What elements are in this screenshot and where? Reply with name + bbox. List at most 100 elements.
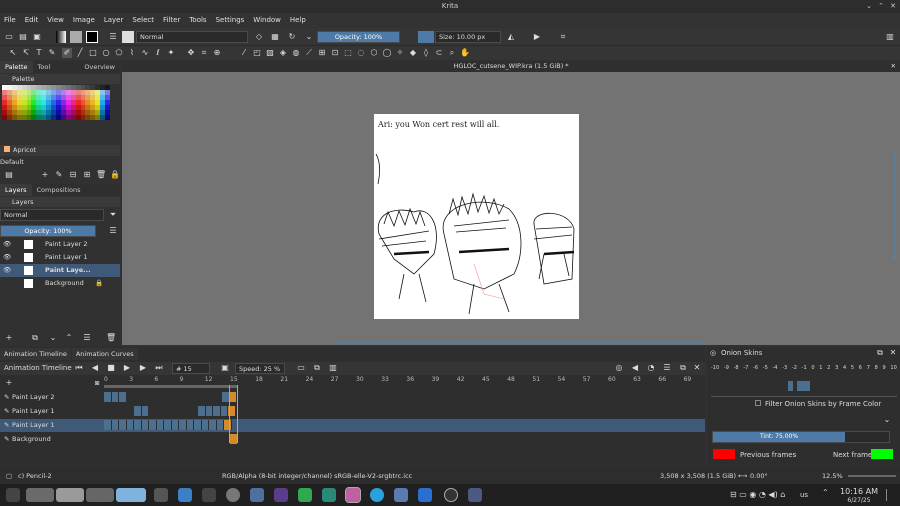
- trash-icon[interactable]: 🗑: [96, 170, 106, 180]
- horizontal-scrollbar[interactable]: [335, 341, 705, 344]
- move-up-icon[interactable]: ⌃: [64, 333, 74, 343]
- polyline-tool-icon[interactable]: ⌇: [127, 48, 137, 58]
- pattern-icon[interactable]: [70, 31, 82, 43]
- menu-window[interactable]: Window: [253, 16, 281, 24]
- chevron-down-icon[interactable]: ⌄: [304, 32, 314, 42]
- visibility-icon[interactable]: 👁: [3, 238, 11, 251]
- close-document-icon[interactable]: ✕: [891, 61, 896, 72]
- layer-blend-select[interactable]: Normal: [0, 209, 104, 221]
- volume-icon[interactable]: ◔: [646, 363, 656, 373]
- onion-frame-number[interactable]: 0: [811, 365, 814, 371]
- speed-field[interactable]: Speed: 25 %: [235, 363, 285, 374]
- crop-tool-icon[interactable]: ⌗: [199, 48, 209, 58]
- menu-settings[interactable]: Settings: [216, 16, 245, 24]
- onion-frame-number[interactable]: -9: [724, 365, 729, 371]
- onion-frame-number[interactable]: 8: [875, 365, 878, 371]
- visibility-icon[interactable]: 👁: [3, 251, 11, 264]
- chat-app-icon[interactable]: [322, 488, 336, 502]
- play-icon[interactable]: ▶: [122, 363, 132, 373]
- pan-tool-icon[interactable]: ✋: [460, 48, 470, 58]
- onion-frame-number[interactable]: -10: [711, 365, 719, 371]
- tab-animation-timeline[interactable]: Animation Timeline: [0, 348, 71, 360]
- onion-frame-number[interactable]: -4: [772, 365, 777, 371]
- timeline-row[interactable]: ✎ Background: [0, 433, 705, 446]
- preserve-alpha-icon[interactable]: ▦: [270, 32, 280, 42]
- document-tab[interactable]: HGLOC_cutsene_WIP.kra (1.5 GiB) * ✕: [122, 61, 900, 72]
- open-icon[interactable]: ▤: [18, 32, 28, 42]
- desktop-pager[interactable]: [56, 488, 84, 502]
- terminal-app-icon[interactable]: [202, 488, 216, 502]
- tint-slider[interactable]: Tint: 75.00%: [712, 431, 890, 443]
- add-row-icon[interactable]: +: [4, 378, 14, 388]
- volume-icon[interactable]: ◀): [768, 490, 777, 499]
- keyboard-layout[interactable]: us: [800, 491, 808, 499]
- measure-tool-icon[interactable]: ⟋: [304, 48, 314, 58]
- eraser-icon[interactable]: ◇: [254, 32, 264, 42]
- blend-mode-select[interactable]: Normal: [136, 31, 248, 43]
- onion-frame-number[interactable]: -8: [734, 365, 739, 371]
- frame-register-icon[interactable]: ▣: [220, 363, 230, 373]
- telegram-app-icon[interactable]: [370, 488, 384, 502]
- clock[interactable]: 10:16 AM 6/27/25: [836, 487, 882, 505]
- menu-launcher-icon[interactable]: [6, 488, 20, 502]
- polygon-tool-icon[interactable]: ⬠: [114, 48, 124, 58]
- crop-icon[interactable]: ⌗: [558, 32, 568, 42]
- notes-app-icon[interactable]: [468, 488, 482, 502]
- tab-palette[interactable]: Palette: [0, 61, 33, 73]
- layer-row[interactable]: 👁 Paint Layer 1: [0, 251, 120, 264]
- brush-tool-icon[interactable]: ✐: [62, 48, 72, 58]
- opacity-field[interactable]: Opacity: 100%: [317, 31, 400, 43]
- desktop-pager[interactable]: [86, 488, 114, 502]
- onion-frame-number[interactable]: 5: [851, 365, 854, 371]
- assistant-tool-icon[interactable]: ⊕: [212, 48, 222, 58]
- last-frame-icon[interactable]: ⏭: [154, 363, 164, 373]
- show-desktop-button[interactable]: [886, 489, 896, 501]
- close-panel-icon[interactable]: ✕: [888, 348, 898, 358]
- close-panel-icon[interactable]: ✕: [692, 363, 702, 373]
- add-icon[interactable]: +: [40, 170, 50, 180]
- drawing-canvas[interactable]: Ari: you Won cert rest will all.: [374, 114, 579, 319]
- foreground-color-icon[interactable]: [86, 31, 98, 43]
- stop-icon[interactable]: ■: [106, 363, 116, 373]
- battery-icon[interactable]: ▭: [739, 490, 747, 499]
- onion-frame-number[interactable]: 3: [835, 365, 838, 371]
- bezier-tool-icon[interactable]: ∿: [140, 48, 150, 58]
- menu-filter[interactable]: Filter: [163, 16, 180, 24]
- frame-field[interactable]: # 15: [172, 363, 210, 374]
- onion-frame-number[interactable]: -7: [743, 365, 748, 371]
- properties-icon[interactable]: ☰: [82, 333, 92, 343]
- menu-select[interactable]: Select: [132, 16, 154, 24]
- transform-tool-icon[interactable]: ↸: [21, 48, 31, 58]
- chevron-down-icon[interactable]: ⌄: [882, 415, 892, 425]
- reload-icon[interactable]: ↻: [287, 32, 297, 42]
- menu-file[interactable]: File: [4, 16, 16, 24]
- line-tool-icon[interactable]: ╱: [75, 48, 85, 58]
- lock-icon[interactable]: 🔒: [110, 170, 120, 180]
- browser-app-icon[interactable]: [444, 488, 458, 502]
- filter-icon[interactable]: ⏷: [108, 210, 118, 220]
- dynamic-brush-icon[interactable]: ✦: [166, 48, 176, 58]
- menu-layer[interactable]: Layer: [104, 16, 124, 24]
- status-zoom[interactable]: 12.5%: [822, 468, 843, 484]
- bezier-select-icon[interactable]: ◊: [421, 48, 431, 58]
- menu-edit[interactable]: Edit: [25, 16, 39, 24]
- zoom-tool-icon[interactable]: ⌕: [447, 48, 457, 58]
- move-down-icon[interactable]: ⌄: [48, 333, 58, 343]
- frame-ruler[interactable]: 0 3 6 9 12 15 18 21 24 27 30 33 36 39 42 45 48 51 54 57 60 63…: [104, 376, 704, 384]
- enclose-fill-icon[interactable]: ◍: [291, 48, 301, 58]
- next-frame-icon[interactable]: ▶: [138, 363, 148, 373]
- similar-select-icon[interactable]: ◆: [408, 48, 418, 58]
- color-swatch[interactable]: [105, 115, 110, 120]
- onion-frame-number[interactable]: 1: [819, 365, 822, 371]
- onion-frame-number[interactable]: -3: [782, 365, 787, 371]
- palette-swatch-row[interactable]: Apricot: [0, 145, 120, 156]
- steam-icon[interactable]: ◉: [749, 490, 756, 499]
- filter-checkbox[interactable]: [755, 400, 761, 406]
- tab-compositions[interactable]: Compositions: [32, 184, 86, 196]
- timeline-row[interactable]: ✎ Paint Layer 2: [0, 391, 705, 404]
- fill-tool-icon[interactable]: ◈: [278, 48, 288, 58]
- onion-frame-number[interactable]: 6: [859, 365, 862, 371]
- timeline-row[interactable]: ✎ Paint Layer 1: [0, 419, 705, 432]
- mirror-vertical-icon[interactable]: ▶: [532, 32, 542, 42]
- game-app-icon[interactable]: [298, 488, 312, 502]
